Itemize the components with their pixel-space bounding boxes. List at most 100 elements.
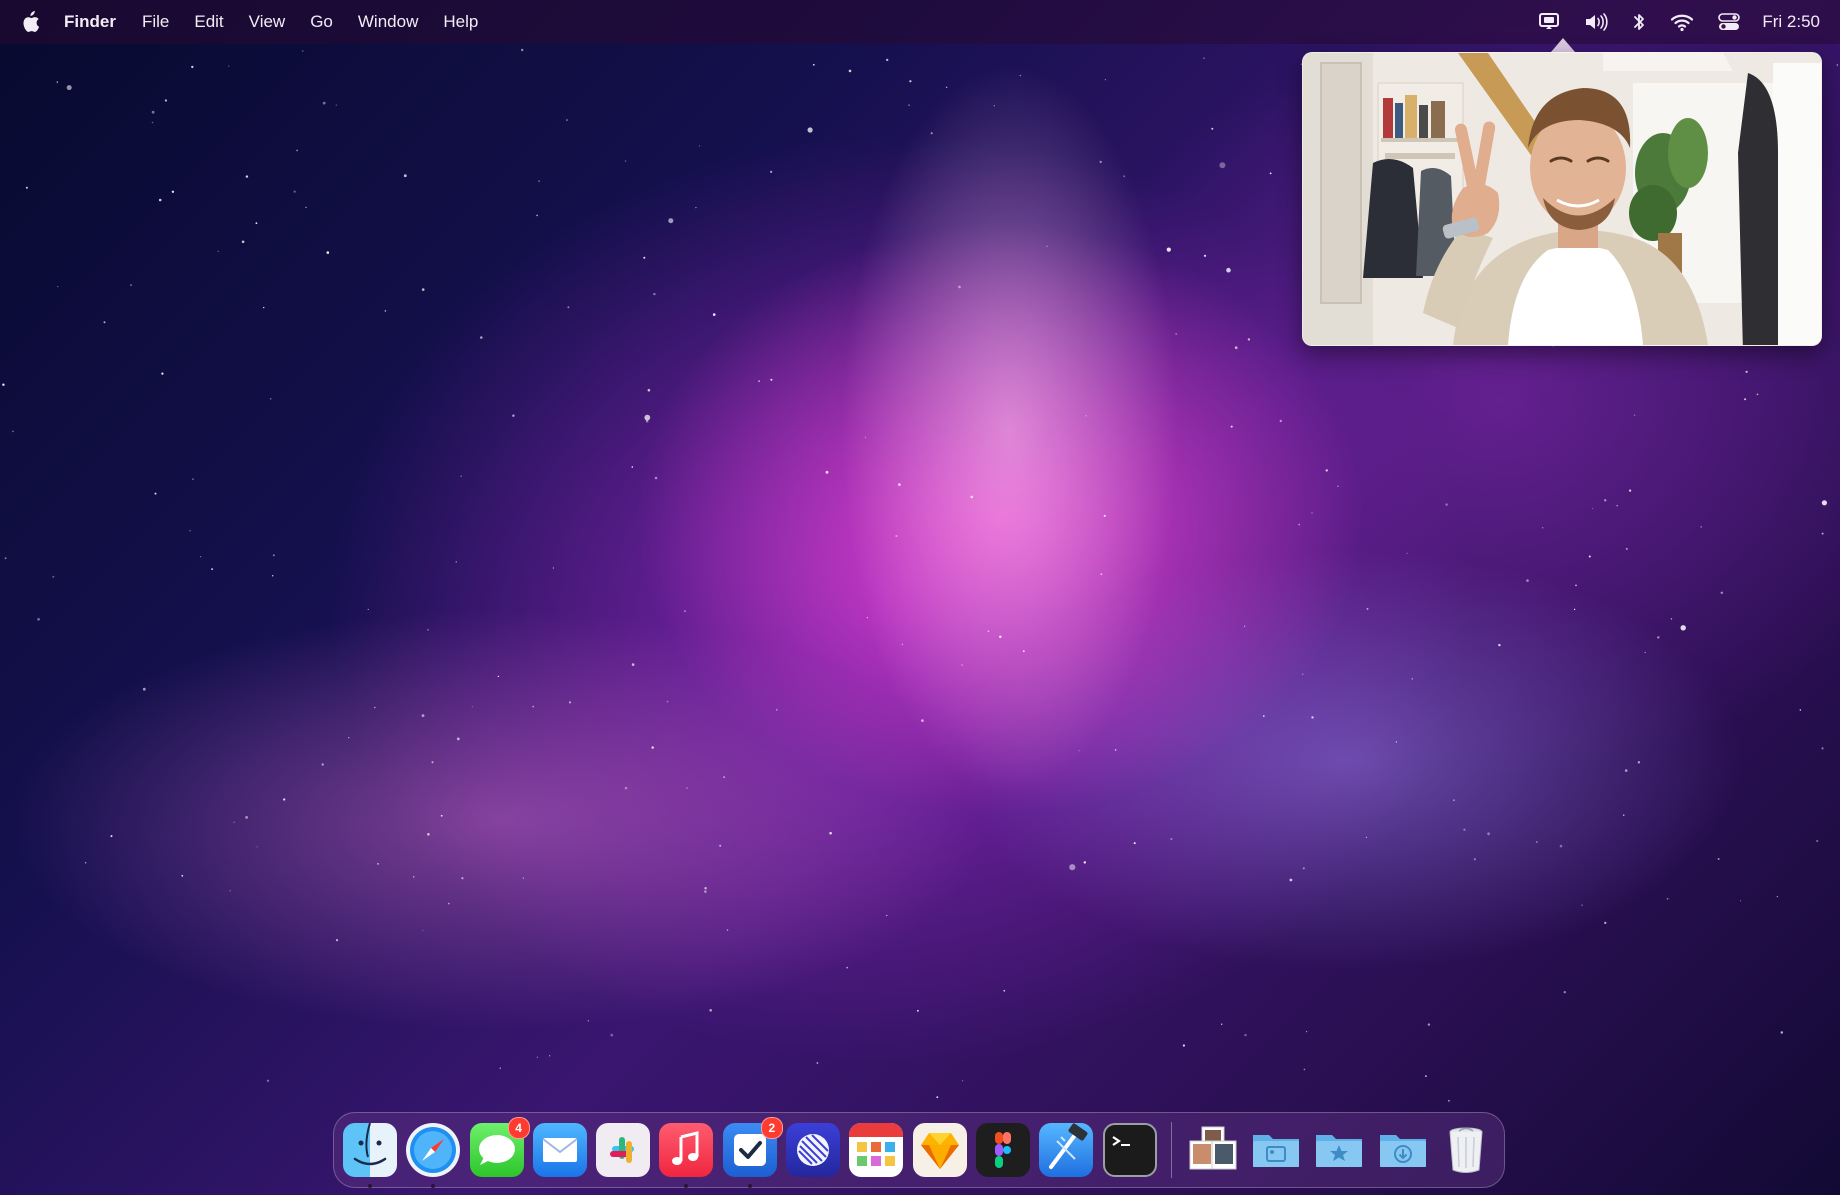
running-indicator — [747, 1184, 752, 1188]
star — [1816, 839, 1819, 843]
star — [1230, 425, 1233, 428]
star — [1182, 1044, 1185, 1047]
star — [536, 1056, 539, 1058]
star — [775, 708, 778, 711]
control-center-icon[interactable] — [1718, 0, 1741, 44]
star — [52, 575, 55, 578]
dock-app-things[interactable]: 2 — [722, 1117, 783, 1188]
star — [1821, 532, 1824, 535]
star — [1175, 333, 1177, 335]
dock-stack-photos[interactable] — [1186, 1123, 1240, 1177]
dock-app-sketch[interactable] — [912, 1123, 967, 1177]
apple-logo-icon[interactable] — [20, 10, 42, 34]
menu-window[interactable]: Window — [358, 12, 418, 32]
dock-trash[interactable] — [1439, 1123, 1493, 1177]
star — [654, 476, 658, 480]
dock-app-music[interactable] — [659, 1123, 714, 1188]
facetime-pip-window[interactable] — [1302, 52, 1822, 346]
star — [269, 398, 272, 400]
dock-app-xcode[interactable] — [1039, 1123, 1094, 1177]
volume-icon[interactable] — [1584, 0, 1609, 44]
star — [770, 378, 773, 381]
bluetooth-icon[interactable] — [1632, 0, 1646, 44]
running-indicator — [368, 1184, 372, 1188]
star — [1234, 346, 1238, 350]
dock-app-terminal[interactable] — [1102, 1123, 1157, 1177]
dock-stack-pictures[interactable] — [1249, 1123, 1303, 1177]
star — [1756, 393, 1759, 396]
star — [421, 288, 425, 291]
dock-app-safari[interactable] — [406, 1123, 461, 1188]
star — [1604, 921, 1607, 925]
downloads-folder-icon — [1376, 1123, 1430, 1177]
menu-clock[interactable]: Fri 2:50 — [1762, 0, 1820, 44]
menu-view[interactable]: View — [249, 12, 286, 32]
star — [1604, 499, 1607, 502]
calendar-grid-icon — [849, 1123, 904, 1177]
star — [110, 835, 113, 838]
star — [229, 890, 231, 892]
star — [1114, 749, 1117, 751]
star — [1219, 162, 1226, 169]
menu-help[interactable]: Help — [443, 12, 478, 32]
star — [158, 198, 162, 202]
star — [999, 635, 1002, 638]
star — [758, 380, 760, 382]
running-indicator — [684, 1184, 689, 1188]
star — [1302, 867, 1305, 870]
star — [666, 700, 669, 703]
star — [624, 786, 628, 790]
star — [644, 414, 651, 421]
terminal-icon — [1102, 1123, 1157, 1177]
star — [263, 306, 265, 309]
star — [326, 251, 330, 254]
star — [651, 746, 654, 749]
star — [643, 256, 646, 259]
star — [1069, 864, 1076, 871]
star — [921, 719, 924, 722]
star — [374, 706, 376, 709]
menu-file[interactable]: File — [142, 12, 169, 32]
star — [930, 132, 933, 135]
wifi-icon[interactable] — [1670, 0, 1694, 44]
star — [1289, 878, 1293, 882]
star — [103, 321, 106, 324]
star — [460, 475, 463, 478]
star — [993, 105, 995, 107]
star — [4, 557, 7, 560]
dock-app-figma[interactable] — [975, 1123, 1030, 1177]
star — [1542, 527, 1544, 529]
star — [536, 214, 538, 217]
star — [191, 65, 194, 69]
menu-go[interactable]: Go — [310, 12, 333, 32]
dock-app-messages[interactable]: 4 — [469, 1117, 530, 1177]
star — [171, 190, 175, 193]
star — [1581, 904, 1583, 906]
star — [283, 798, 286, 801]
star — [1221, 1023, 1223, 1025]
star — [1311, 512, 1313, 514]
menu-app-name[interactable]: Finder — [64, 12, 116, 32]
star — [256, 846, 258, 848]
dock-app-slack[interactable] — [596, 1123, 651, 1177]
star — [1575, 584, 1577, 587]
star — [1104, 79, 1106, 81]
menu-edit[interactable]: Edit — [194, 12, 223, 32]
star — [812, 63, 815, 66]
star — [192, 478, 194, 481]
dock-stack-downloads[interactable] — [1376, 1123, 1430, 1177]
dock-app-linear[interactable] — [786, 1123, 841, 1177]
star — [499, 1067, 501, 1069]
dock-app-mail[interactable] — [532, 1123, 587, 1177]
dock-app-fantastical[interactable] — [849, 1123, 904, 1177]
star — [1700, 526, 1703, 528]
star — [521, 48, 524, 52]
dock-stack-applications[interactable] — [1312, 1123, 1366, 1177]
applications-folder-icon — [1312, 1123, 1366, 1177]
star — [84, 862, 87, 864]
sketch-icon — [912, 1123, 967, 1177]
dock-app-finder[interactable] — [343, 1123, 397, 1188]
star — [970, 495, 974, 499]
star — [1637, 761, 1641, 764]
star — [653, 292, 656, 296]
